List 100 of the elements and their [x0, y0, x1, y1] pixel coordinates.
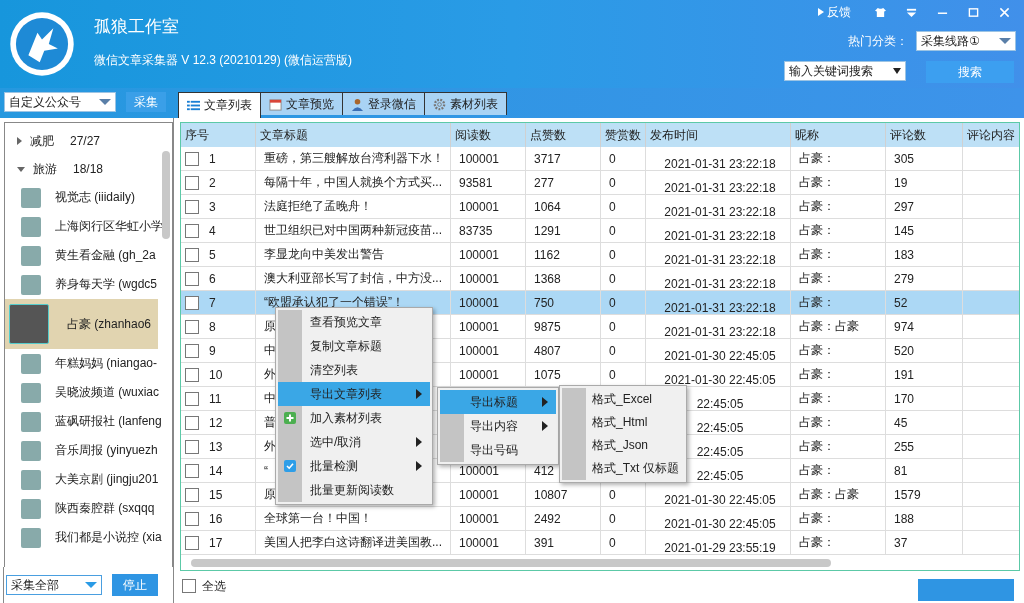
menu-item[interactable]: 复制文章标题	[278, 334, 430, 358]
search-dropdown[interactable]: 输入关键词搜索	[784, 61, 906, 81]
account-item[interactable]: 占豪 (zhanhao6	[5, 299, 158, 349]
tab[interactable]: 文章列表	[178, 92, 261, 118]
row-checkbox[interactable]	[185, 151, 199, 166]
column-header[interactable]: 发布时间	[646, 123, 791, 147]
nickname: 占豪：	[799, 198, 835, 215]
row-checkbox[interactable]	[185, 175, 199, 190]
read-count: 100001	[459, 295, 500, 310]
row-checkbox[interactable]	[185, 367, 199, 382]
tab[interactable]: 素材列表	[424, 92, 507, 115]
nickname: 占豪：占豪	[799, 318, 859, 335]
account-item[interactable]: 大美京剧 (jingju201	[5, 465, 158, 494]
row-checkbox[interactable]	[185, 439, 199, 454]
read-count: 100001	[459, 463, 500, 478]
category-dropdown[interactable]: 采集线路①	[916, 31, 1016, 51]
row-checkbox[interactable]	[185, 511, 199, 526]
menu-item[interactable]: 查看预览文章	[278, 310, 430, 334]
group-name[interactable]: 减肥	[30, 132, 54, 150]
row-checkbox[interactable]	[185, 247, 199, 262]
publish-time: 2021-01-31 23:22:18	[664, 278, 776, 290]
row-checkbox[interactable]	[185, 463, 199, 478]
expand-arrow-icon[interactable]	[17, 166, 25, 172]
menu-item[interactable]: 选中/取消	[278, 430, 430, 454]
submenu-arrow-icon	[416, 437, 422, 447]
article-title: 世卫组织已对中国两种新冠疫苗...	[264, 222, 442, 239]
account-item[interactable]: 视觉志 (iiidaily)	[5, 183, 158, 212]
nickname: 占豪：	[799, 150, 835, 167]
account-item[interactable]: 吴晓波频道 (wuxiac	[5, 378, 158, 407]
publish-time: 22:45:05	[696, 398, 744, 410]
account-item[interactable]: 音乐周报 (yinyuezh	[5, 436, 158, 465]
row-checkbox[interactable]	[185, 391, 199, 406]
row-checkbox[interactable]	[185, 199, 199, 214]
scrollbar-thumb[interactable]	[162, 151, 170, 239]
account-item[interactable]: 黄生看金融 (gh_2a	[5, 241, 158, 270]
column-header[interactable]: 阅读数	[451, 123, 526, 147]
maximize-icon[interactable]	[968, 7, 979, 18]
row-checkbox[interactable]	[185, 535, 199, 550]
row-checkbox[interactable]	[185, 271, 199, 286]
row-checkbox[interactable]	[185, 487, 199, 502]
menu-item[interactable]: 导出标题	[440, 390, 556, 414]
column-header[interactable]: 评论内容	[963, 123, 1019, 147]
read-count: 100001	[459, 151, 500, 166]
menu-item[interactable]: 导出内容	[440, 414, 556, 438]
article-title: 外	[264, 438, 276, 455]
select-all-label[interactable]: 全选	[202, 577, 226, 595]
like-count: 10807	[534, 487, 568, 502]
menu-item[interactable]: 格式_Html	[562, 411, 684, 434]
menu-item[interactable]: 导出号码	[440, 438, 556, 462]
source-dropdown[interactable]: 自定义公众号	[4, 92, 116, 112]
menu-item[interactable]: 清空列表	[278, 358, 430, 382]
menu-item[interactable]: 格式_Txt 仅标题	[562, 457, 684, 480]
select-all-checkbox[interactable]	[182, 579, 196, 593]
column-header[interactable]: 序号	[181, 123, 256, 147]
scrollbar-thumb[interactable]	[191, 559, 831, 567]
menu-item[interactable]: 导出文章列表	[278, 382, 430, 406]
column-header[interactable]: 点赞数	[526, 123, 601, 147]
group-name[interactable]: 旅游	[33, 160, 57, 178]
read-count: 93581	[459, 175, 493, 190]
close-icon[interactable]	[999, 7, 1010, 18]
menu-item[interactable]: 格式_Json	[562, 434, 684, 457]
menu-item[interactable]: 批量更新阅读数	[278, 478, 430, 502]
account-item[interactable]: 养身每天学 (wgdc5	[5, 270, 158, 299]
gear-icon	[433, 97, 446, 111]
read-count: 100001	[459, 487, 500, 502]
menu-item[interactable]: 批量检测	[278, 454, 430, 478]
row-checkbox[interactable]	[185, 343, 199, 358]
row-checkbox[interactable]	[185, 295, 199, 310]
article-title: 全球第一台！中国！	[264, 510, 372, 527]
menu-item[interactable]: 格式_Excel	[562, 388, 684, 411]
nickname: 占豪：	[799, 390, 835, 407]
like-count: 412	[534, 463, 555, 478]
like-count: 2492	[534, 511, 561, 526]
row-number: 8	[209, 319, 216, 334]
account-item[interactable]: 陕西秦腔群 (sxqqq	[5, 494, 158, 523]
comment-count: 188	[894, 511, 915, 526]
shirt-icon[interactable]	[875, 7, 886, 18]
publish-time: 2021-01-30 22:45:05	[664, 374, 776, 386]
menu-item[interactable]: 加入素材列表	[278, 406, 430, 430]
row-checkbox[interactable]	[185, 319, 199, 334]
group-count: 18/18	[73, 162, 104, 176]
row-checkbox[interactable]	[185, 223, 199, 238]
scope-dropdown[interactable]: 采集全部	[6, 575, 102, 595]
column-header[interactable]: 文章标题	[256, 123, 451, 147]
avatar-placeholder	[21, 382, 41, 403]
column-header[interactable]: 评论数	[886, 123, 963, 147]
expand-arrow-icon[interactable]	[17, 137, 22, 145]
row-checkbox[interactable]	[185, 415, 199, 430]
account-item[interactable]: 年糕妈妈 (niangao-	[5, 349, 158, 378]
column-header[interactable]: 昵称	[791, 123, 886, 147]
comment-count: 297	[894, 199, 915, 214]
tab[interactable]: 文章预览	[260, 92, 343, 115]
row-number: 7	[209, 295, 216, 310]
menu-icon[interactable]	[906, 7, 917, 18]
tab[interactable]: 登录微信	[342, 92, 425, 115]
column-header[interactable]: 赞赏数	[601, 123, 646, 147]
like-count: 1291	[534, 223, 561, 238]
article-title: 美国人把李白这诗翻译进美国教...	[264, 534, 442, 551]
tip-count: 0	[609, 295, 616, 310]
tip-count: 0	[609, 487, 616, 502]
